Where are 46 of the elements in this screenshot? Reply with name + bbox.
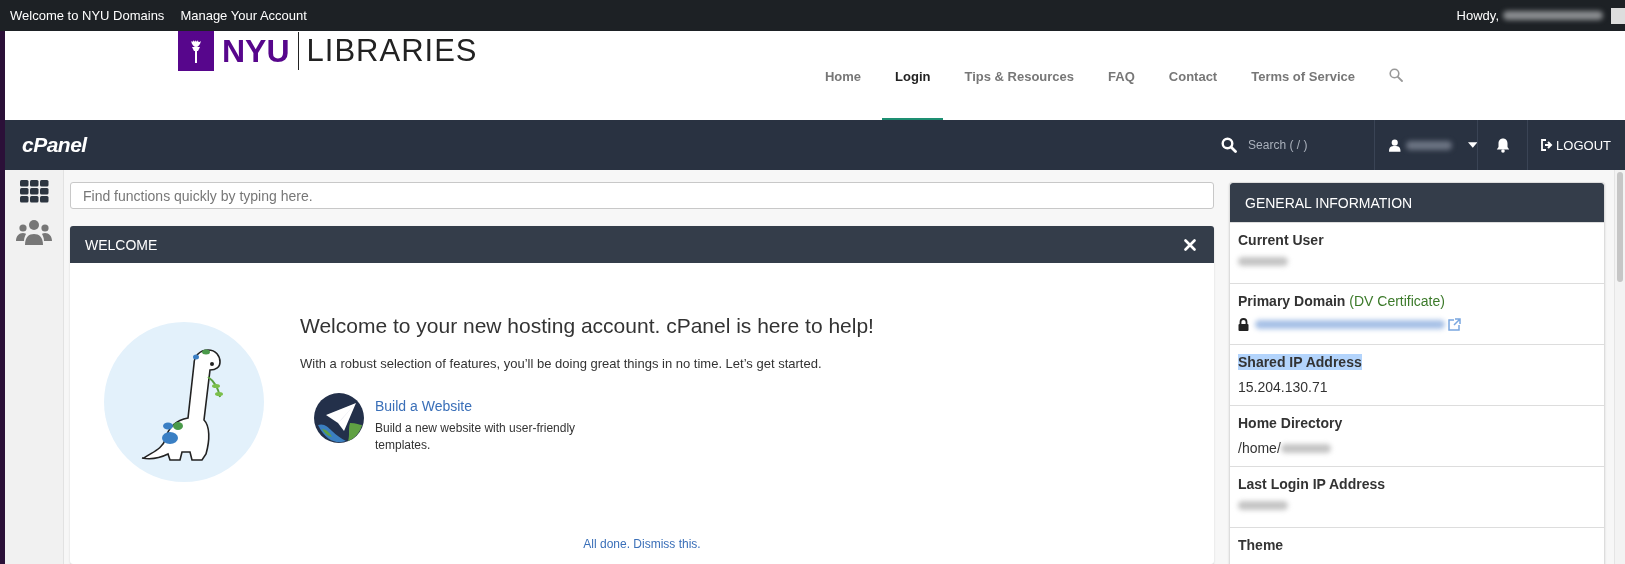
users-button[interactable] — [16, 219, 52, 245]
user-menu[interactable] — [1374, 120, 1479, 170]
bell-icon — [1495, 137, 1510, 153]
nav-link[interactable]: Contact — [1155, 69, 1231, 120]
search-icon — [1221, 137, 1238, 153]
info-label: Primary Domain (DV Certificate) — [1238, 293, 1446, 309]
grid-icon — [19, 180, 49, 203]
panel-title: GENERAL INFORMATION — [1245, 194, 1413, 211]
info-value: /home/ — [1238, 440, 1281, 456]
dismiss-link[interactable]: All done. Dismiss this. — [583, 537, 701, 551]
nav-link[interactable]: Home — [811, 69, 875, 120]
logo-text: LIBRARIES — [306, 33, 478, 69]
top-bar-link[interactable]: Manage Your Account — [180, 8, 307, 23]
info-value: 15.204.130.71 — [1238, 379, 1328, 395]
users-icon — [16, 219, 52, 245]
apps-grid-button[interactable] — [19, 180, 49, 203]
nav-link[interactable]: Terms of Service — [1238, 69, 1368, 120]
info-label: Theme — [1238, 537, 1285, 553]
search-field[interactable]: Search ( / ) — [1246, 137, 1371, 153]
cpanel-logo[interactable]: cPanel — [22, 133, 1222, 157]
search-icon — [1389, 68, 1403, 82]
user-icon — [1389, 138, 1401, 152]
avatar-icon[interactable] — [1611, 7, 1625, 24]
scrollbar[interactable] — [1614, 170, 1625, 564]
paper-plane-globe-icon — [314, 393, 364, 443]
panel-title: WELCOME — [85, 236, 158, 253]
greeting: Howdy, — [1456, 8, 1499, 23]
nav-link[interactable]: Tips & Resources — [951, 69, 1088, 120]
caret-icon — [1467, 142, 1478, 148]
welcome-heading: Welcome to your new hosting account. cPanel is here to help! — [300, 314, 874, 338]
external-link-icon — [1448, 318, 1461, 331]
lock-icon — [1238, 318, 1249, 331]
logout-button[interactable]: LOGOUT — [1528, 137, 1625, 153]
welcome-text: With a robust selection of features, you’ll be doing great things in no time. Let’s get started. — [300, 356, 823, 371]
action-description: Build a new website with user-friendly templates. — [375, 420, 577, 455]
logout-icon — [1540, 139, 1554, 151]
close-icon — [1184, 238, 1196, 251]
info-label: Last Login IP Address — [1238, 476, 1387, 492]
search-field[interactable]: Find functions quickly by typing here. — [70, 182, 1214, 209]
top-bar-link[interactable]: Welcome to NYU Domains — [10, 8, 165, 23]
logo-text: NYU — [222, 32, 290, 70]
info-label: Shared IP Address — [1238, 354, 1363, 370]
nav-link[interactable]: FAQ — [1095, 69, 1148, 120]
action-link[interactable]: Build a Website — [375, 398, 472, 414]
info-label: Current User — [1238, 232, 1325, 248]
info-label: Home Directory — [1238, 415, 1344, 431]
